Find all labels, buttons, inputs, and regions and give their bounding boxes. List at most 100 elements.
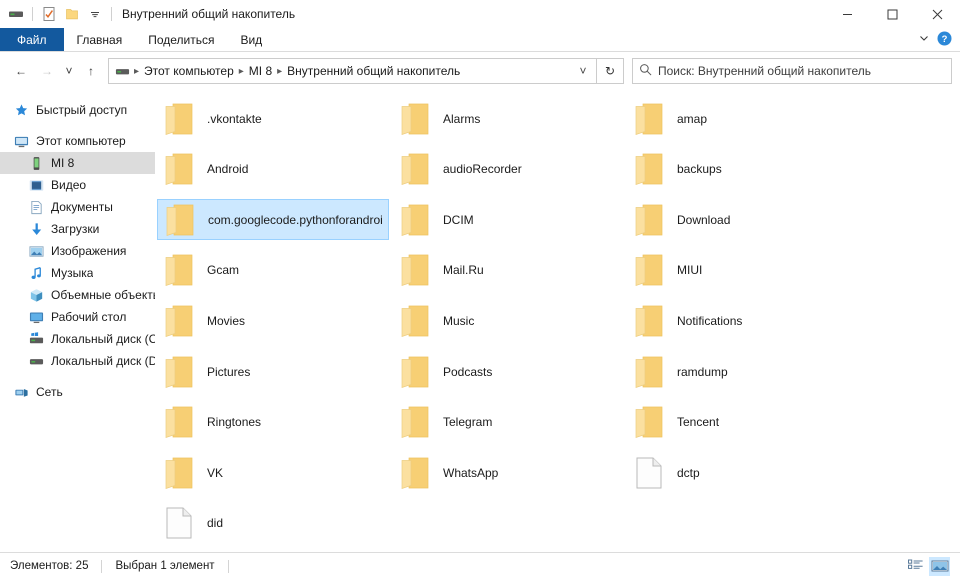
tab-share[interactable]: Поделиться bbox=[135, 28, 227, 51]
item-label: Podcasts bbox=[443, 364, 493, 379]
item-label: audioRecorder bbox=[443, 162, 522, 177]
sidebar-item-загрузки[interactable]: Загрузки bbox=[0, 218, 155, 240]
folder-icon bbox=[163, 304, 195, 338]
sidebar-item-видео[interactable]: Видео bbox=[0, 174, 155, 196]
breadcrumb-drive-icon[interactable] bbox=[115, 64, 132, 79]
sidebar-item-mi-8[interactable]: MI 8 bbox=[0, 152, 155, 174]
sidebar-item-документы[interactable]: Документы bbox=[0, 196, 155, 218]
breadcrumb-item-2[interactable]: Внутренний общий накопитель bbox=[284, 64, 463, 78]
tab-file[interactable]: Файл bbox=[0, 28, 64, 51]
folder-icon bbox=[399, 405, 431, 439]
breadcrumb-sep-1[interactable]: ▸ bbox=[237, 66, 246, 77]
selection-count-label: Выбран 1 элемент bbox=[115, 560, 215, 572]
folder-item[interactable]: backups bbox=[627, 149, 859, 190]
sidebar-item-label: Объемные объекты bbox=[51, 288, 155, 302]
tab-home[interactable]: Главная bbox=[64, 28, 136, 51]
breadcrumb-bar[interactable]: ▸ Этот компьютер ▸ MI 8 ▸ Внутренний общ… bbox=[108, 58, 597, 84]
help-icon[interactable]: ? bbox=[937, 31, 952, 49]
folder-item[interactable]: Pictures bbox=[157, 351, 389, 392]
sidebar-item-label: Музыка bbox=[51, 266, 94, 280]
drive-icon[interactable] bbox=[6, 4, 26, 24]
video-icon bbox=[28, 177, 44, 193]
search-placeholder: Поиск: Внутренний общий накопитель bbox=[658, 64, 871, 78]
large-icons-view-button[interactable] bbox=[929, 556, 950, 576]
item-label: com.googlecode.pythonforandroid bbox=[208, 212, 382, 227]
folder-item[interactable]: Tencent bbox=[627, 402, 859, 443]
file-list-pane[interactable]: .vkontakte Alarms amap Android audioRecorder… bbox=[155, 90, 960, 552]
refresh-button[interactable]: ↻ bbox=[597, 58, 624, 84]
sidebar-item-музыка[interactable]: Музыка bbox=[0, 262, 155, 284]
item-label: Ringtones bbox=[207, 415, 262, 430]
folder-item[interactable]: ramdump bbox=[627, 351, 859, 392]
sidebar-item-сеть[interactable]: Сеть bbox=[0, 381, 155, 403]
sidebar-item-label: Локальный диск (D bbox=[51, 354, 155, 368]
folder-item[interactable]: audioRecorder bbox=[393, 149, 625, 190]
properties-icon[interactable] bbox=[39, 4, 59, 24]
breadcrumb-item-1[interactable]: MI 8 bbox=[246, 64, 275, 78]
file-item[interactable]: dctp bbox=[627, 452, 859, 493]
sidebar-item-объемные-объекты[interactable]: Объемные объекты bbox=[0, 284, 155, 306]
item-label: .vkontakte bbox=[207, 111, 262, 126]
folder-item[interactable]: VK bbox=[157, 452, 389, 493]
qat-dropdown-icon[interactable] bbox=[85, 4, 105, 24]
recent-locations-button[interactable]: ˅ bbox=[60, 58, 78, 84]
search-box[interactable]: Поиск: Внутренний общий накопитель bbox=[632, 58, 952, 84]
folder-icon bbox=[633, 102, 665, 136]
details-view-button[interactable] bbox=[905, 557, 926, 576]
folder-item[interactable]: DCIM bbox=[393, 199, 625, 240]
folder-item[interactable]: Gcam bbox=[157, 250, 389, 291]
folder-icon bbox=[163, 456, 195, 490]
folder-item[interactable]: Ringtones bbox=[157, 402, 389, 443]
new-folder-icon[interactable] bbox=[62, 4, 82, 24]
music-icon bbox=[28, 265, 44, 281]
item-label: VK bbox=[207, 465, 224, 480]
ribbon-right-controls: ? bbox=[918, 28, 960, 51]
3dobjects-icon bbox=[28, 287, 44, 303]
file-grid: .vkontakte Alarms amap Android audioRecorder… bbox=[155, 96, 960, 552]
folder-item[interactable]: com.googlecode.pythonforandroid bbox=[157, 199, 389, 241]
close-button[interactable] bbox=[915, 0, 960, 28]
folder-item[interactable]: Alarms bbox=[393, 98, 625, 139]
maximize-button[interactable] bbox=[870, 0, 915, 28]
folder-item[interactable]: Telegram bbox=[393, 402, 625, 443]
folder-item[interactable]: Podcasts bbox=[393, 351, 625, 392]
folder-item[interactable]: Music bbox=[393, 300, 625, 341]
sidebar-item-label: Этот компьютер bbox=[36, 134, 126, 148]
folder-icon bbox=[163, 355, 195, 389]
documents-icon bbox=[28, 199, 44, 215]
folder-item[interactable]: Movies bbox=[157, 300, 389, 341]
back-button[interactable]: ← bbox=[8, 58, 34, 84]
folder-item[interactable]: .vkontakte bbox=[157, 98, 389, 139]
sidebar-item-быстрый-доступ[interactable]: Быстрый доступ bbox=[0, 99, 155, 121]
folder-icon bbox=[399, 456, 431, 490]
minimize-button[interactable] bbox=[825, 0, 870, 28]
downloads-icon bbox=[28, 221, 44, 237]
folder-item[interactable]: amap bbox=[627, 98, 859, 139]
folder-icon bbox=[163, 405, 195, 439]
sidebar-item-локальный-диск-c[interactable]: Локальный диск (C bbox=[0, 328, 155, 350]
item-label: DCIM bbox=[443, 212, 474, 227]
sidebar-item-локальный-диск-d[interactable]: Локальный диск (D bbox=[0, 350, 155, 372]
folder-item[interactable]: Android bbox=[157, 149, 389, 190]
folder-icon bbox=[399, 152, 431, 186]
file-item[interactable]: did bbox=[157, 503, 389, 544]
ribbon-tab-bar: Файл Главная Поделиться Вид ? bbox=[0, 28, 960, 52]
item-label: backups bbox=[677, 162, 722, 177]
up-button[interactable]: ↑ bbox=[78, 58, 104, 84]
tab-view[interactable]: Вид bbox=[227, 28, 275, 51]
folder-item[interactable]: MIUI bbox=[627, 250, 859, 291]
breadcrumb-dropdown-icon[interactable]: ˅ bbox=[574, 64, 592, 78]
folder-item[interactable]: WhatsApp bbox=[393, 452, 625, 493]
folder-item[interactable]: Mail.Ru bbox=[393, 250, 625, 291]
sidebar-item-рабочий-стол[interactable]: Рабочий стол bbox=[0, 306, 155, 328]
item-label: Pictures bbox=[207, 364, 251, 379]
breadcrumb-sep-2[interactable]: ▸ bbox=[275, 66, 284, 77]
sidebar-item-этот-компьютер[interactable]: Этот компьютер bbox=[0, 130, 155, 152]
breadcrumb-item-0[interactable]: Этот компьютер bbox=[141, 64, 237, 78]
chevron-down-icon[interactable] bbox=[918, 32, 930, 47]
folder-item[interactable]: Download bbox=[627, 199, 859, 240]
item-label: Notifications bbox=[677, 313, 743, 328]
sidebar-item-изображения[interactable]: Изображения bbox=[0, 240, 155, 262]
folder-item[interactable]: Notifications bbox=[627, 300, 859, 341]
forward-button[interactable]: → bbox=[34, 58, 60, 84]
